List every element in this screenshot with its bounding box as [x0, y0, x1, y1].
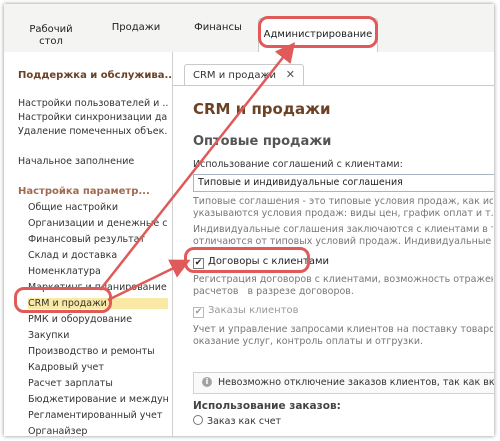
- requests-hint: Учет и управление запросами клиентов на …: [193, 324, 493, 347]
- contracts-hint: Регистрация договоров с клиентами, возмо…: [193, 274, 493, 297]
- nav-sales[interactable]: Продажи: [108, 22, 164, 34]
- sidebar-item-fin-result[interactable]: Финансовый результат: [28, 234, 168, 245]
- radio-order-as-invoice[interactable]: Заказ как счет: [193, 415, 281, 427]
- nav-administration[interactable]: Администрирование: [258, 18, 378, 53]
- nav-administration-label: Администрирование: [263, 29, 373, 40]
- orders-usage-heading: Использование заказов:: [193, 400, 341, 412]
- individual-agreements-hint: Индивидуальные соглашения заключаются с …: [193, 224, 493, 247]
- sidebar-item-hr[interactable]: Кадровый учет: [28, 362, 168, 373]
- sidebar-item-warehouse[interactable]: Склад и доставка: [28, 250, 168, 261]
- sidebar-item-initial-fill[interactable]: Начальное заполнение: [18, 156, 168, 167]
- radio-label: Заказ как счет: [207, 416, 282, 427]
- sidebar-item-payroll[interactable]: Расчет зарплаты: [28, 378, 168, 389]
- sidebar-item-organizer[interactable]: Органайзер: [28, 426, 168, 436]
- sidebar-item-crm-sales[interactable]: CRM и продажи: [28, 298, 168, 309]
- orders-checkbox-label: Заказы клиентов: [208, 305, 299, 316]
- nav-desktop[interactable]: Рабочий стол: [26, 24, 76, 48]
- sidebar-item-organizations[interactable]: Организации и денежные с...: [28, 218, 168, 229]
- info-banner: i Невозможно отключение заказов клиентов,…: [193, 372, 494, 394]
- tab-label: CRM и продажи: [193, 70, 276, 81]
- sidebar-item-purchases[interactable]: Закупки: [28, 330, 168, 341]
- typical-agreements-hint: Типовые соглашения - это типовые условия…: [193, 196, 493, 219]
- page-title: CRM и продажи: [193, 100, 331, 118]
- contracts-checkbox[interactable]: ✔ Договоры с клиентами: [193, 256, 329, 269]
- sidebar-item-delete-marked[interactable]: Удаление помеченных объек...: [18, 126, 168, 137]
- sidebar-item-production[interactable]: Производство и ремонты: [28, 346, 168, 357]
- radio-button-icon: [193, 415, 203, 425]
- sidebar-item-budgeting[interactable]: Бюджетирование и междун...: [28, 394, 168, 405]
- main-panel: CRM и продажи ✕ CRM и продажи Оптовые пр…: [173, 52, 494, 436]
- info-icon: i: [202, 377, 212, 387]
- checkbox-disabled-icon: ✔: [193, 307, 204, 318]
- sidebar-section-support: Поддержка и обслужива...: [18, 70, 176, 81]
- sidebar-item-nomenclature[interactable]: Номенклатура: [28, 266, 168, 277]
- agreements-label: Использование соглашений с клиентами:: [193, 159, 403, 170]
- checkbox-checked-icon: ✔: [193, 258, 204, 269]
- sidebar-item-regulated[interactable]: Регламентированный учет: [28, 410, 168, 421]
- nav-finance[interactable]: Финансы: [190, 22, 246, 34]
- section-heading-wholesale: Оптовые продажи: [193, 134, 332, 149]
- contracts-checkbox-label: Договоры с клиентами: [208, 256, 330, 267]
- sidebar-item-sync-settings[interactable]: Настройки синхронизации да...: [18, 112, 168, 123]
- sidebar-item-general[interactable]: Общие настройки: [28, 202, 168, 213]
- sidebar-item-pos[interactable]: РМК и оборудование: [28, 314, 168, 325]
- orders-checkbox[interactable]: ✔ Заказы клиентов: [193, 305, 299, 318]
- sidebar-item-marketing[interactable]: Маркетинг и планирование: [28, 282, 168, 293]
- sidebar-item-user-settings[interactable]: Настройки пользователей и ...: [18, 98, 168, 109]
- info-text: Невозможно отключение заказов клиентов, …: [218, 377, 494, 388]
- top-navigation: Рабочий стол Продажи Финансы Администрир…: [4, 4, 494, 53]
- close-icon[interactable]: ✕: [286, 68, 295, 81]
- tab-divider: [173, 85, 494, 86]
- agreements-select[interactable]: Типовые и индивидуальные соглашения: [193, 174, 494, 192]
- app-window: Рабочий стол Продажи Финансы Администрир…: [4, 4, 494, 436]
- sidebar: Поддержка и обслужива... Настройки польз…: [4, 52, 176, 436]
- sidebar-section-params: Настройка параметр...: [18, 186, 150, 197]
- tab-crm-sales[interactable]: CRM и продажи ✕: [184, 64, 304, 85]
